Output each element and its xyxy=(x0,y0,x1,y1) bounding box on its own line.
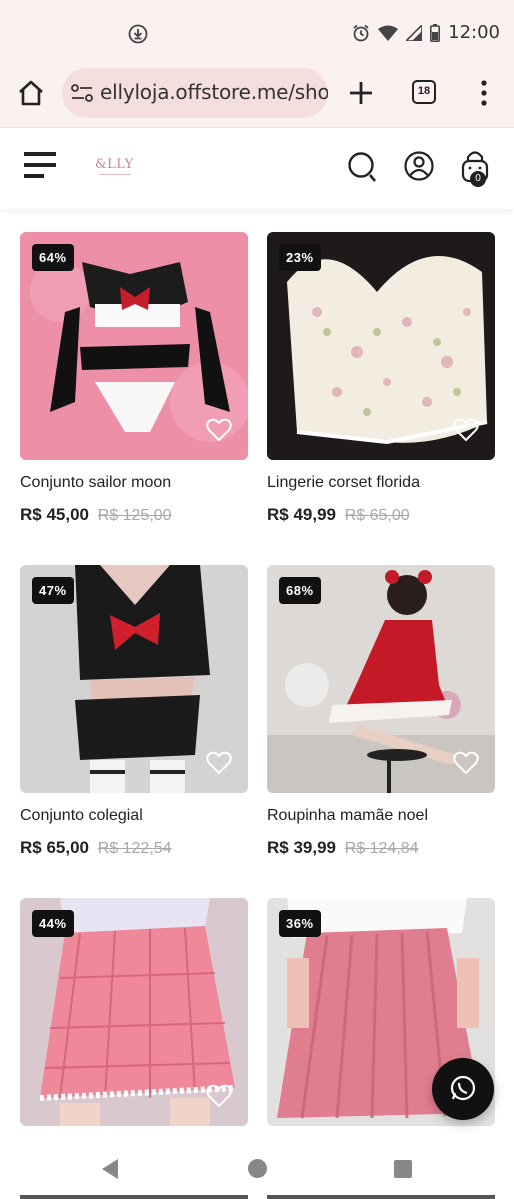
discount-badge: 23% xyxy=(279,244,321,271)
product-price: R$ 45,00 R$ 125,00 xyxy=(20,505,172,525)
status-time: 12:00 xyxy=(448,22,500,43)
discount-badge: 64% xyxy=(32,244,74,271)
product-card[interactable]: 44% xyxy=(20,898,248,1126)
browser-toolbar: ellyloja.offstore.me/sho 18 xyxy=(0,62,514,128)
more-vert-icon[interactable] xyxy=(473,78,495,108)
discount-badge: 36% xyxy=(279,910,321,937)
signal-icon xyxy=(406,24,423,41)
store-logo[interactable]: &LLY xyxy=(95,157,134,172)
recents-icon[interactable] xyxy=(394,1160,412,1178)
cart-count-badge: 0 xyxy=(470,171,486,187)
next-row-peek xyxy=(267,1195,495,1199)
site-settings-icon[interactable] xyxy=(70,82,94,104)
original-price: R$ 65,00 xyxy=(344,507,410,524)
whatsapp-button[interactable] xyxy=(432,1058,494,1120)
product-card[interactable]: 64% Conjunto sailor moon R$ 45,00 R$ 125… xyxy=(20,232,248,524)
search-icon[interactable] xyxy=(347,151,377,183)
heart-icon[interactable] xyxy=(453,751,479,775)
alarm-icon xyxy=(353,24,369,41)
user-icon[interactable] xyxy=(404,151,434,181)
wifi-icon xyxy=(378,25,399,41)
back-icon[interactable] xyxy=(100,1158,120,1180)
product-price: R$ 39,99 R$ 124,84 xyxy=(267,838,419,858)
heart-icon[interactable] xyxy=(453,418,479,442)
product-image[interactable]: 23% xyxy=(267,232,495,460)
url-text: ellyloja.offstore.me/sho xyxy=(100,80,328,104)
current-price: R$ 39,99 xyxy=(267,838,336,857)
product-image[interactable]: 68% xyxy=(267,565,495,793)
system-nav-bar xyxy=(0,1140,514,1199)
logo-underline xyxy=(99,174,131,175)
original-price: R$ 124,84 xyxy=(344,840,419,857)
product-card[interactable]: 23% Lingerie corset florida R$ 49,99 R$ … xyxy=(267,232,495,524)
heart-icon[interactable] xyxy=(206,751,232,775)
product-image[interactable]: 44% xyxy=(20,898,248,1126)
discount-badge: 44% xyxy=(32,910,74,937)
home-nav-icon[interactable] xyxy=(248,1159,267,1178)
product-image[interactable]: 64% xyxy=(20,232,248,460)
product-image[interactable]: 47% xyxy=(20,565,248,793)
original-price: R$ 122,54 xyxy=(97,840,172,857)
site-header: &LLY 0 xyxy=(0,129,514,209)
product-name[interactable]: Roupinha mamãe noel xyxy=(267,807,428,825)
battery-icon xyxy=(430,23,441,42)
current-price: R$ 65,00 xyxy=(20,838,89,857)
product-name[interactable]: Conjunto colegial xyxy=(20,807,143,825)
heart-icon[interactable] xyxy=(206,1084,232,1108)
status-bar: 12:00 xyxy=(0,0,514,62)
product-name[interactable]: Conjunto sailor moon xyxy=(20,474,171,492)
plus-icon[interactable] xyxy=(346,78,376,108)
discount-badge: 68% xyxy=(279,577,321,604)
product-price: R$ 65,00 R$ 122,54 xyxy=(20,838,172,858)
hamburger-menu-icon[interactable] xyxy=(24,151,58,181)
tab-switcher-button[interactable]: 18 xyxy=(412,80,436,104)
product-name[interactable]: Lingerie corset florida xyxy=(267,474,420,492)
current-price: R$ 45,00 xyxy=(20,505,89,524)
whatsapp-icon xyxy=(450,1075,476,1101)
current-price: R$ 49,99 xyxy=(267,505,336,524)
original-price: R$ 125,00 xyxy=(97,507,172,524)
address-bar[interactable]: ellyloja.offstore.me/sho xyxy=(62,68,328,118)
product-card[interactable]: 47% Conjunto colegial R$ 65,00 R$ 122,54 xyxy=(20,565,248,857)
next-row-peek xyxy=(20,1195,248,1199)
product-card[interactable]: 68% Roupinha mamãe noel R$ 39,99 R$ 124,… xyxy=(267,565,495,857)
discount-badge: 47% xyxy=(32,577,74,604)
heart-icon[interactable] xyxy=(206,418,232,442)
product-price: R$ 49,99 R$ 65,00 xyxy=(267,505,410,525)
home-icon[interactable] xyxy=(16,78,46,108)
download-icon xyxy=(128,24,148,44)
